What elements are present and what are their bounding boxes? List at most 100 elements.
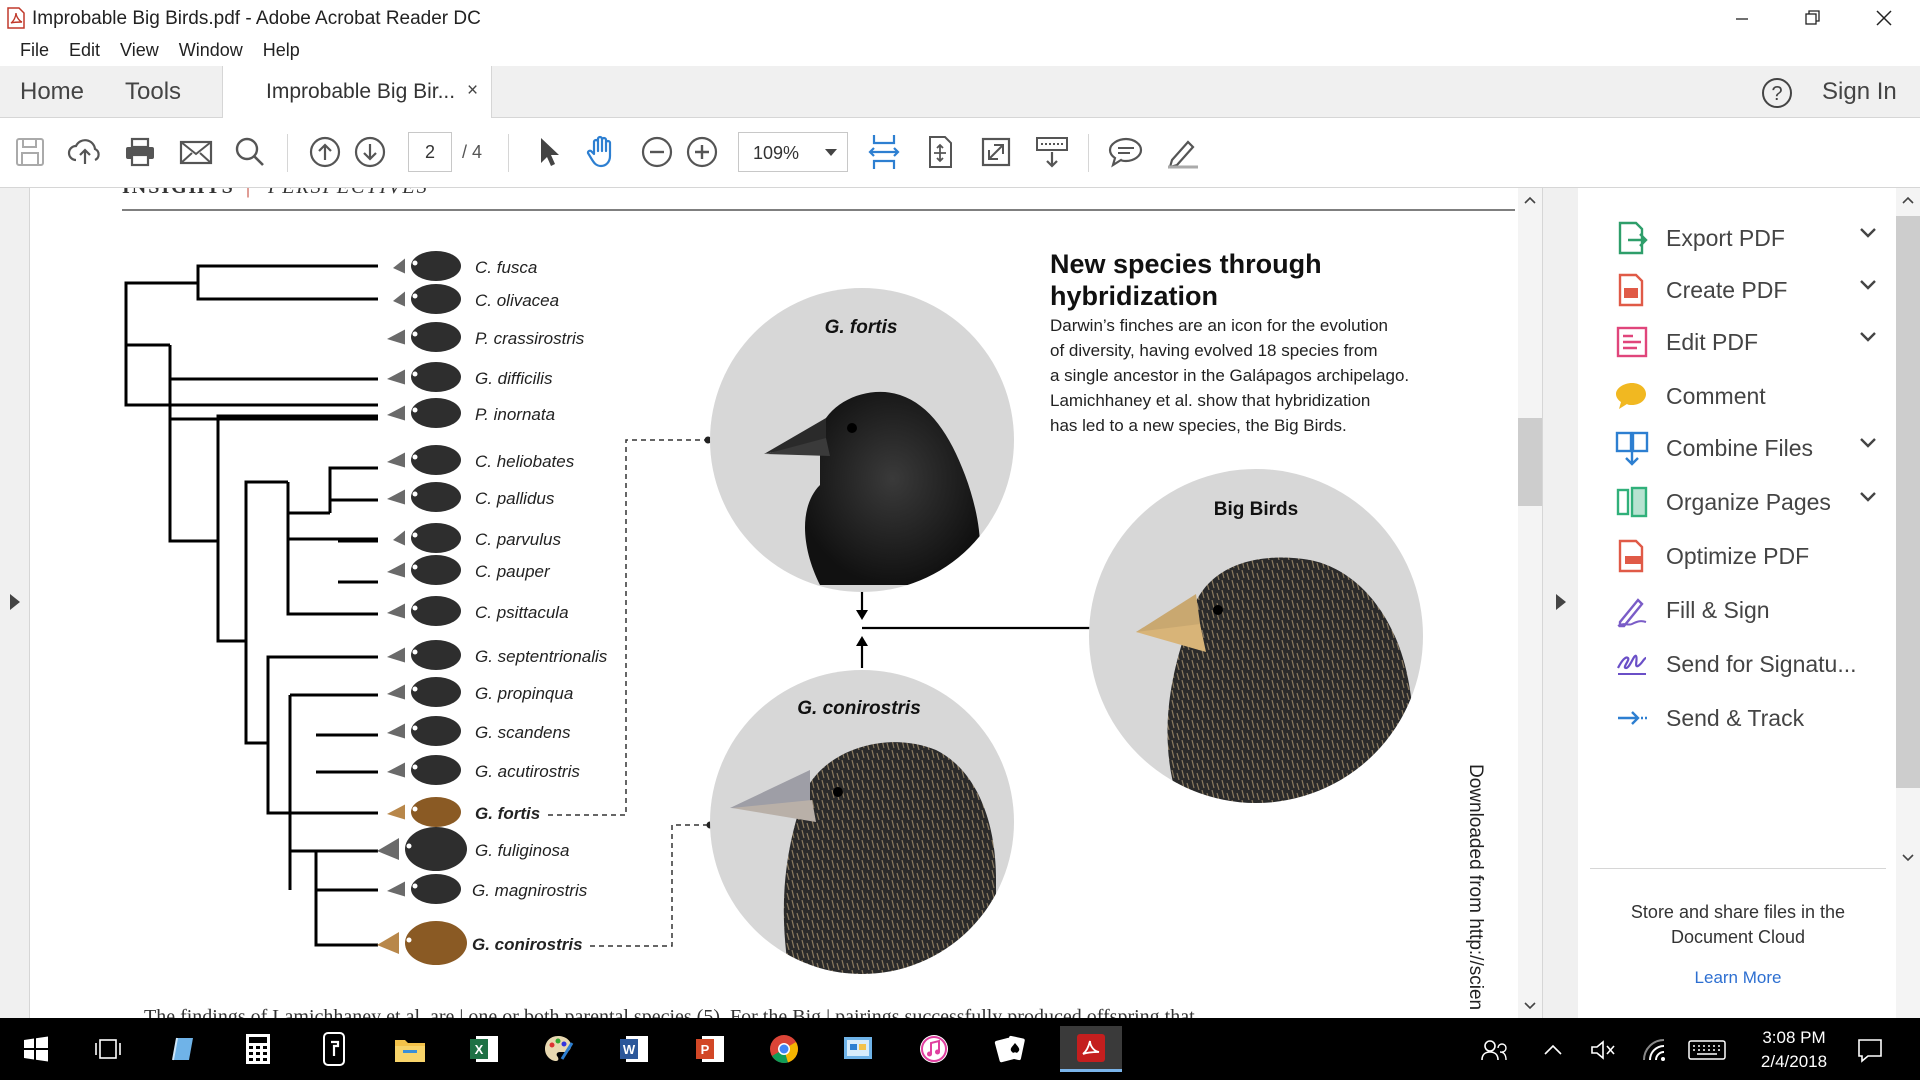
chevron-down-icon[interactable] [1860,332,1876,342]
restore-button[interactable] [1780,0,1844,36]
taskbar-app-itunes[interactable] [910,1026,958,1072]
rotate-button[interactable] [920,132,960,172]
comment-tool-button[interactable] [1106,132,1146,172]
optimize-pdf-icon [1618,539,1644,573]
finch-head-silhouette [387,797,461,827]
tool-comment[interactable]: Comment [1614,368,1884,424]
taskbar-app-acrobat-active[interactable] [1060,1026,1122,1072]
close-window-button[interactable] [1852,0,1916,36]
scroll-up-icon[interactable] [1902,196,1914,204]
species-label: G. septentrionalis [475,647,608,666]
zoom-select[interactable]: 109% [738,132,848,172]
help-icon[interactable]: ? [1760,76,1794,110]
close-tab-button[interactable]: × [467,80,478,102]
people-icon[interactable] [1480,1038,1508,1062]
taskbar-app-powerpoint[interactable]: P [686,1026,734,1072]
left-panel-toggle[interactable] [0,188,30,1018]
tools-pane-scrollbar[interactable] [1896,188,1920,1018]
taskbar-app-file-explorer[interactable] [386,1026,434,1072]
document-scrollbar[interactable] [1518,188,1542,1018]
menu-file[interactable]: File [10,36,59,66]
tool-combine-files[interactable]: Combine Files [1614,420,1884,476]
species-label: G. difficilis [475,369,553,388]
caption-line: a single ancestor in the Galápagos archi… [1050,366,1409,385]
show-hidden-icons-chevron[interactable] [1544,1044,1562,1056]
upload-button[interactable] [65,132,105,172]
volume-muted-icon[interactable] [1590,1038,1616,1062]
chevron-down-icon[interactable] [1860,280,1876,290]
scrollbar-thumb[interactable] [1518,418,1542,506]
page-number-input[interactable]: 2 [408,132,452,172]
tool-send-signature[interactable]: Send for Signatu... [1614,636,1884,692]
zoom-out-button[interactable] [637,132,677,172]
print-button[interactable] [120,132,160,172]
taskbar-app-word[interactable]: W [610,1026,658,1072]
minimize-button[interactable] [1710,0,1774,36]
full-screen-button[interactable] [976,132,1016,172]
window-title: Improbable Big Birds.pdf - Adobe Acrobat… [32,8,481,29]
highlight-tool-button[interactable] [1162,132,1202,172]
taskbar-app-calculator[interactable] [234,1026,282,1072]
scroll-down-icon[interactable] [1524,1002,1536,1010]
keyboard-icon[interactable] [1688,1038,1726,1062]
taskbar-app-chrome[interactable] [760,1026,808,1072]
fit-width-button[interactable] [864,132,904,172]
species-label: C. fusca [475,258,537,277]
taskbar-app-solitaire[interactable] [986,1026,1034,1072]
figure-title-line1: New species through [1050,249,1322,279]
scroll-mode-button[interactable] [1032,132,1072,172]
taskbar-app-control-panel[interactable] [834,1026,882,1072]
tab-document[interactable]: Improbable Big Bir... × [222,66,492,118]
scroll-up-icon[interactable] [1524,196,1536,204]
chevron-down-icon[interactable] [1860,492,1876,502]
menu-edit[interactable]: Edit [59,36,110,66]
hand-tool-button[interactable] [582,132,622,172]
comment-icon [1616,383,1646,409]
tool-fill-sign[interactable]: Fill & Sign [1614,582,1884,638]
chevron-down-icon[interactable] [1860,228,1876,238]
tool-optimize-pdf[interactable]: Optimize PDF [1614,528,1884,584]
chevron-right-icon [10,594,20,610]
tool-send-track[interactable]: Send & Track [1614,690,1884,746]
excel-icon: X [470,1036,498,1062]
finch-head-silhouette [377,827,467,871]
start-button[interactable] [12,1026,60,1072]
tool-organize-pages[interactable]: Organize Pages [1614,474,1884,530]
save-button[interactable] [10,132,50,172]
next-page-button[interactable] [350,132,390,172]
species-label: G. fuliginosa [475,841,570,860]
menu-help[interactable]: Help [253,36,310,66]
clock[interactable]: 3:08 PM 2/4/2018 [1744,1026,1844,1074]
sign-in-link[interactable]: Sign In [1822,78,1897,106]
menu-view[interactable]: View [110,36,169,66]
scroll-down-icon[interactable] [1902,854,1914,862]
email-button[interactable] [176,132,216,172]
taskbar-app-phone[interactable] [310,1026,358,1072]
find-button[interactable] [230,132,270,172]
task-view-button[interactable] [84,1026,132,1072]
learn-more-link[interactable]: Learn More [1578,968,1898,988]
tab-tools[interactable]: Tools [125,78,181,106]
wifi-icon[interactable] [1640,1036,1668,1062]
select-tool-button[interactable] [528,132,568,172]
menu-window[interactable]: Window [169,36,253,66]
fill-sign-icon [1617,598,1647,628]
tab-home[interactable]: Home [20,78,84,106]
taskbar-app-excel[interactable]: X [460,1026,508,1072]
taskbar-app-paint[interactable] [534,1026,582,1072]
tool-create-pdf[interactable]: Create PDF [1614,262,1884,318]
tool-edit-pdf[interactable]: Edit PDF [1614,314,1884,370]
zoom-in-button[interactable] [682,132,722,172]
taskbar-app-notes[interactable] [158,1026,206,1072]
finch-head-silhouette [387,398,461,428]
document-view[interactable]: INSIGHTS | PERSPECTIVES [30,188,1520,1018]
action-center-icon[interactable] [1856,1036,1884,1064]
scrollbar-thumb[interactable] [1896,216,1920,788]
tool-label: Comment [1666,382,1766,409]
tool-export-pdf[interactable]: Export PDF [1614,210,1884,266]
right-panel-toggle[interactable] [1542,188,1578,1018]
tool-label: Export PDF [1666,224,1785,251]
caption-line: Darwin’s finches are an icon for the evo… [1050,316,1388,335]
previous-page-button[interactable] [305,132,345,172]
chevron-down-icon[interactable] [1860,438,1876,448]
